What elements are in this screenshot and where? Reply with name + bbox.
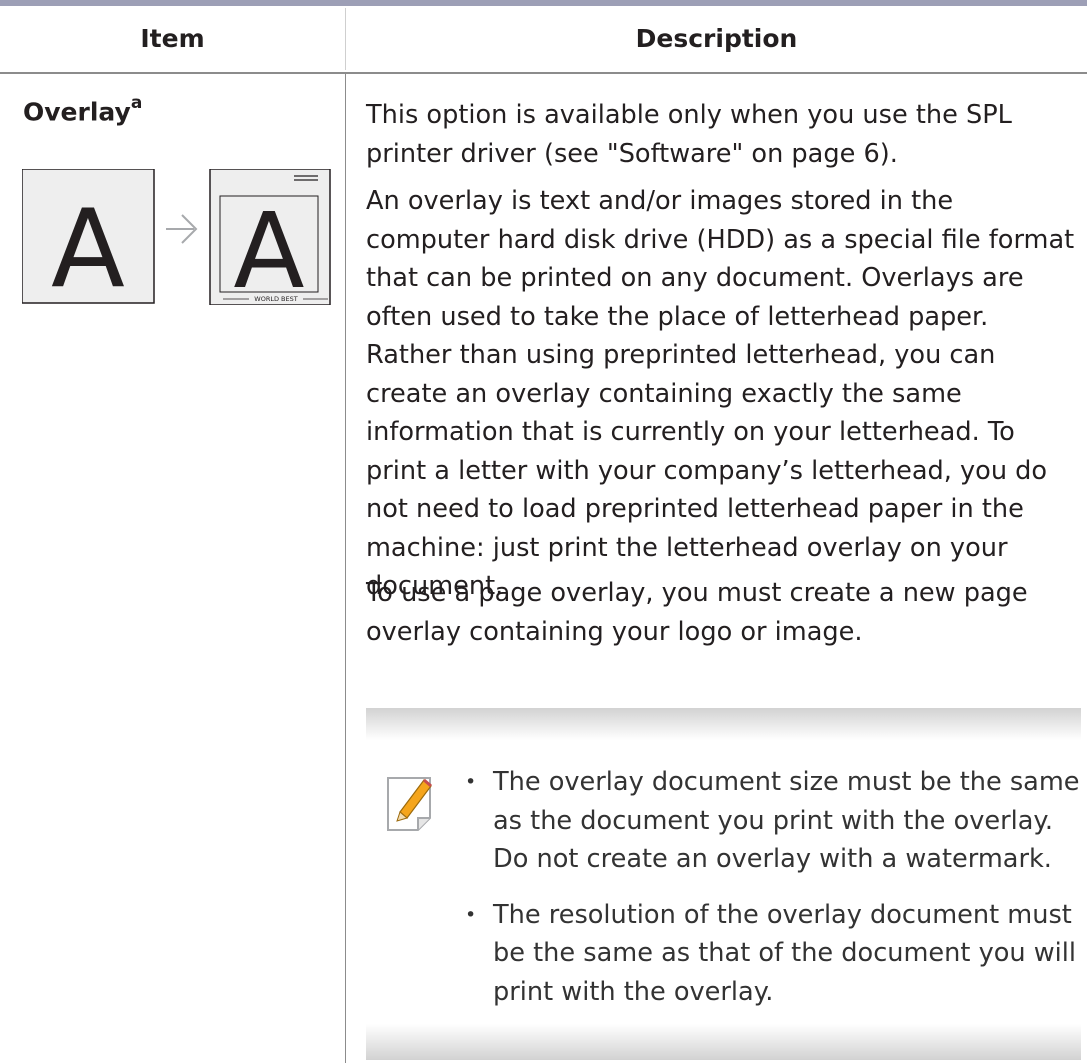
note-bottom-band <box>366 1024 1081 1060</box>
item-footnote-marker: a <box>130 93 143 113</box>
description-paragraph-1: This option is available only when you u… <box>366 100 1012 169</box>
note-box: • The overlay document size must be the s… <box>366 708 1081 1060</box>
column-divider <box>345 74 346 1063</box>
bullet-dot: • <box>465 903 477 926</box>
plain-page-letter: A <box>51 187 125 305</box>
note-item: • The resolution of the overlay document … <box>451 896 1081 1012</box>
header-bottom-rule <box>0 72 1087 74</box>
arrow-right-icon <box>166 214 198 244</box>
item-name: Overlaya <box>23 93 143 127</box>
column-header-description: Description <box>635 24 798 53</box>
note-list: • The overlay document size must be the s… <box>451 763 1081 1028</box>
note-item-text: The resolution of the overlay document m… <box>493 899 1076 1007</box>
item-name-text: Overlay <box>23 97 131 127</box>
description-paragraph-2: An overlay is text and/or images stored … <box>366 186 1075 601</box>
overlay-page-letter: A <box>233 190 304 305</box>
bullet-dot: • <box>465 771 477 793</box>
column-header-item: Item <box>140 24 205 53</box>
note-item: • The overlay document size must be the s… <box>451 763 1081 879</box>
note-pencil-icon <box>387 777 432 831</box>
description-paragraph-3: To use a page overlay, you must create a… <box>366 578 1028 647</box>
overlay-illustration: A A WORLD BEST <box>22 169 331 305</box>
note-top-band <box>366 708 1081 740</box>
note-item-text: The overlay document size must be the sa… <box>493 767 1080 874</box>
overlay-footer-text: WORLD BEST <box>254 295 297 303</box>
